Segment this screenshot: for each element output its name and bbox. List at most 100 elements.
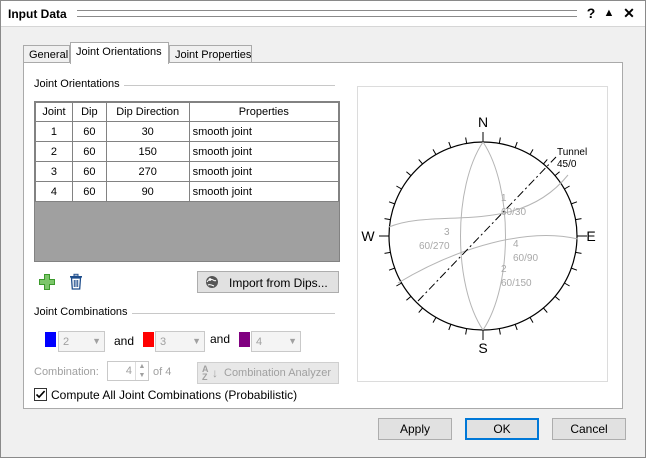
window-title: Input Data [8,7,67,21]
tick-mark [529,149,534,155]
cell-properties[interactable]: smooth joint [188,141,340,162]
orientations-group-label: Joint Orientations [34,78,124,90]
tick-mark [554,171,560,176]
cell-dip[interactable]: 60 [71,141,107,162]
combination-label: Combination: [34,366,99,378]
tick-mark [575,218,582,221]
ok-label: OK [493,422,511,436]
cell-dip-direction[interactable]: 30 [105,121,190,142]
cell-dip-direction[interactable]: 90 [105,181,190,202]
cell-dip-direction[interactable]: 150 [105,141,190,162]
tick-mark [564,185,570,190]
south-label: S [478,340,487,356]
tick-mark [384,218,391,221]
import-from-dips-label: Import from Dips... [229,276,328,290]
plane-2-id: 2 [501,264,507,275]
import-from-dips-button[interactable]: Import from Dips... [197,271,339,293]
plane-3-orientation: 60/270 [419,241,450,252]
west-label: W [361,228,375,244]
tick-mark [406,296,412,301]
cell-dip[interactable]: 60 [71,161,107,182]
tick-mark [514,141,518,148]
combinations-group-label: Joint Combinations [34,306,132,318]
tick-mark [465,137,468,144]
apply-button[interactable]: Apply [378,418,452,440]
tick-mark [543,307,548,313]
delete-joint-icon[interactable] [67,273,85,291]
tick-mark [564,282,570,287]
tick-mark [498,328,501,335]
title-bar[interactable]: Input Data ? ▲ ✕ [1,1,645,27]
column-header-joint[interactable]: Joint [35,102,73,122]
tick-mark [388,201,395,205]
combination-joint-2-select[interactable]: 3 ▼ [155,331,205,352]
cell-dip[interactable]: 60 [71,121,107,142]
globe-icon [206,276,218,288]
cell-joint[interactable]: 1 [35,121,73,142]
stepper-arrows-icon[interactable]: ▲ ▼ [135,362,148,380]
stereonet-view[interactable]: N S E W Tunnel 45/0 1 60/30 2 60/150 3 6… [357,86,608,382]
tick-mark [554,296,560,301]
sort-arrow-icon: ↓ [212,366,218,380]
plane-1-orientation: 60/30 [501,207,526,218]
table-row[interactable]: 2 60 150 smooth joint [35,141,340,162]
joint-color-swatch-3 [239,332,250,347]
and-label-2: and [210,332,231,346]
cell-joint[interactable]: 4 [35,181,73,202]
add-joint-icon[interactable] [38,273,56,291]
orientations-table[interactable]: Joint Dip Dip Direction Properties 1 60 … [35,102,340,202]
table-row[interactable]: 3 60 270 smooth joint [35,161,340,182]
table-row[interactable]: 4 60 90 smooth joint [35,181,340,202]
cell-properties[interactable]: smooth joint [188,181,340,202]
tick-mark [571,267,578,271]
tab-joint-orientations-label: Joint Orientations [76,46,162,58]
tunnel-label: Tunnel [557,147,587,158]
combination-joint-2-value: 3 [160,336,167,348]
column-header-dip-direction[interactable]: Dip Direction [105,102,190,122]
and-label-1: and [114,334,135,348]
tunnel-axis [417,156,557,302]
cell-dip[interactable]: 60 [71,181,107,202]
table-row[interactable]: 1 60 30 smooth joint [35,121,340,142]
tick-mark [543,159,548,165]
tick-mark [396,282,402,287]
tick-mark [388,267,395,271]
tab-joint-orientations[interactable]: Joint Orientations [70,42,169,64]
cell-joint[interactable]: 3 [35,161,73,182]
checkmark-icon [35,390,46,399]
chevron-down-icon: ▼ [192,336,201,346]
pin-icon[interactable]: ▲ [601,5,617,22]
tick-mark [418,307,423,313]
ok-button[interactable]: OK [465,418,539,440]
table-header-row: Joint Dip Dip Direction Properties [35,102,340,122]
joint-color-swatch-2 [143,332,154,347]
east-label: E [586,228,595,244]
close-icon[interactable]: ✕ [621,5,637,22]
chevron-down-icon: ▼ [92,336,101,346]
tick-mark [529,317,534,323]
chevron-down-icon: ▼ [288,336,297,346]
tick-mark [418,159,423,165]
cell-joint[interactable]: 2 [35,141,73,162]
combination-stepper[interactable]: 4 ▲ ▼ [107,361,149,381]
help-icon[interactable]: ? [583,5,599,22]
tick-mark [406,171,412,176]
cancel-button[interactable]: Cancel [552,418,626,440]
tunnel-orientation: 45/0 [557,159,577,170]
column-header-dip[interactable]: Dip [71,102,107,122]
title-grip[interactable] [77,10,577,17]
plane-1-id: 1 [501,193,507,204]
cell-dip-direction[interactable]: 270 [105,161,190,182]
cell-properties[interactable]: smooth joint [188,161,340,182]
cell-properties[interactable]: smooth joint [188,121,340,142]
column-header-properties[interactable]: Properties [188,102,340,122]
tick-mark [432,149,437,155]
combination-analyzer-button[interactable]: AZ ↓ Combination Analyzer [197,362,339,384]
tick-mark [465,328,468,335]
compute-all-label[interactable]: Compute All Joint Combinations (Probabil… [51,388,297,402]
combination-joint-3-select[interactable]: 4 ▼ [251,331,301,352]
compute-all-checkbox[interactable] [34,388,47,401]
cancel-label: Cancel [570,422,608,436]
combination-joint-3-value: 4 [256,336,263,348]
combination-joint-1-select[interactable]: 2 ▼ [58,331,105,352]
